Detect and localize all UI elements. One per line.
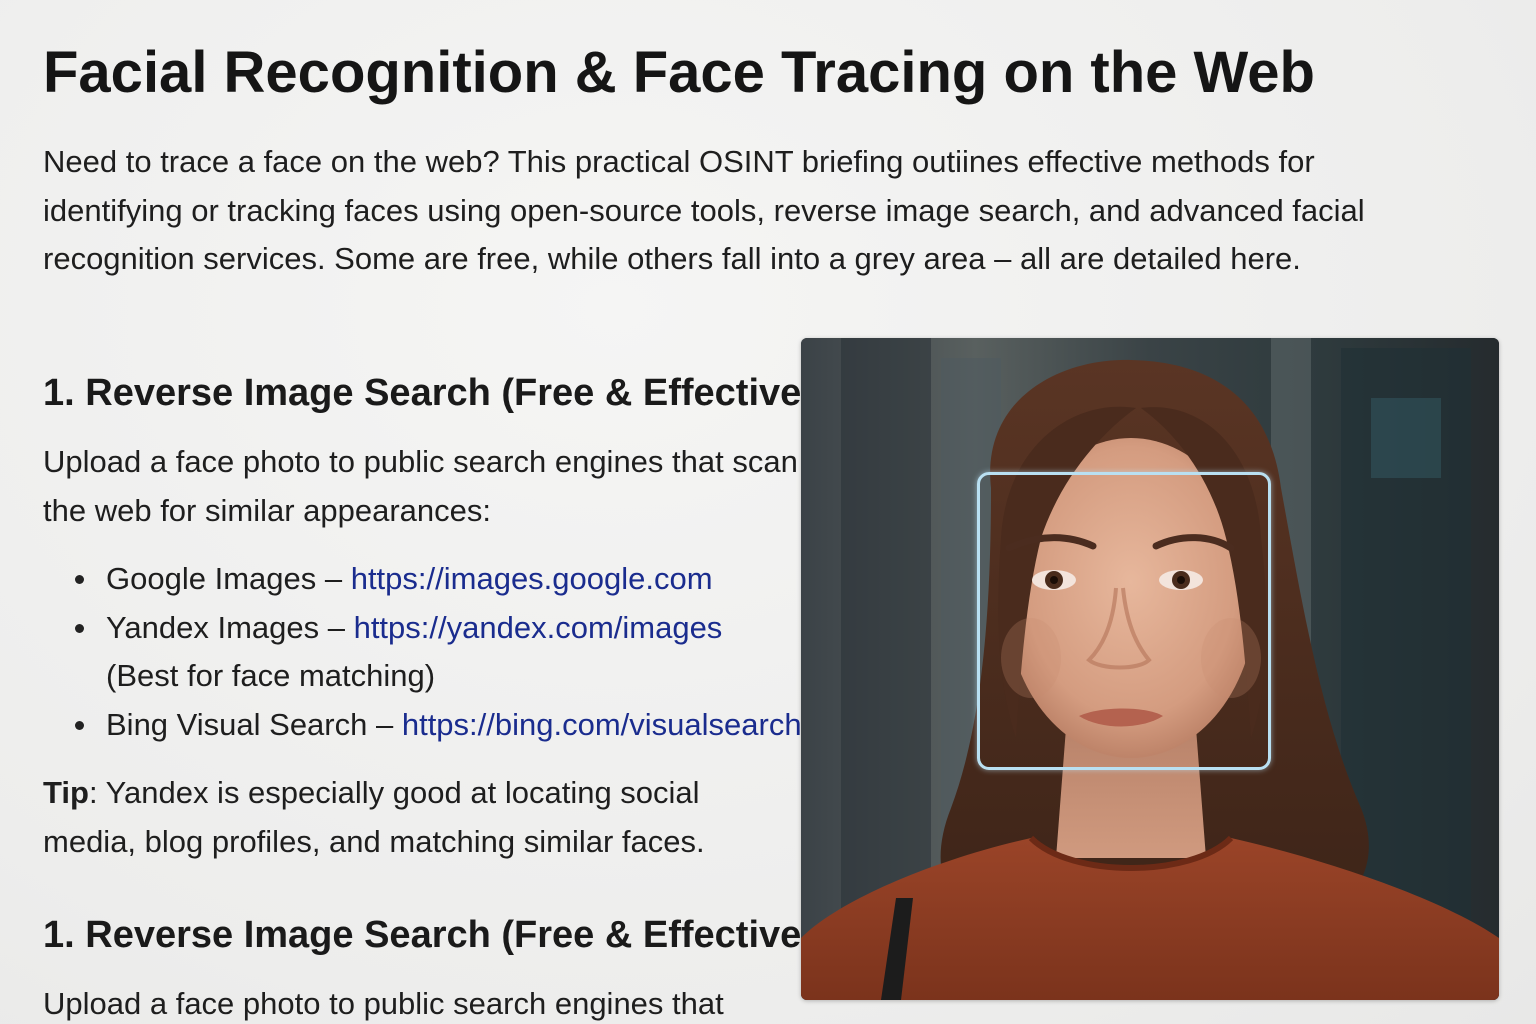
list-item-label: Google Images – bbox=[106, 561, 351, 596]
bing-visual-search-link[interactable]: https://bing.com/visualsearch bbox=[402, 707, 800, 742]
face-detection-box bbox=[977, 472, 1271, 770]
section-lead: Upload a face photo to public search eng… bbox=[43, 444, 798, 528]
list-item-label: Yandex Images – bbox=[106, 609, 354, 645]
intro-paragraph: Need to trace a face on the web? This pr… bbox=[43, 144, 1365, 276]
section-heading: 1. Reverse Image Search (Free & Effectiv… bbox=[43, 914, 800, 956]
list-item-google: Google Images – https://images.google.co… bbox=[75, 555, 800, 604]
yandex-images-link[interactable]: https://yandex.com/images bbox=[354, 610, 723, 645]
google-images-link[interactable]: https://images.google.com bbox=[351, 561, 713, 596]
search-engine-list: Google Images – https://images.google.co… bbox=[43, 555, 800, 749]
section-reverse-image-search: 1. Reverse Image Search (Free & Effectiv… bbox=[43, 370, 800, 890]
list-item-yandex: Yandex Images – https://yandex.com/image… bbox=[75, 604, 800, 701]
section-lead: Upload a face photo to public search eng… bbox=[43, 986, 724, 1021]
tip-text: : Yandex is especially good at locating … bbox=[43, 775, 705, 859]
section-reverse-image-search-repeat: 1. Reverse Image Search (Free & Effectiv… bbox=[43, 912, 800, 1024]
page-title: Facial Recognition & Face Tracing on the… bbox=[43, 40, 1315, 105]
bullet-icon bbox=[75, 575, 84, 584]
bullet-icon bbox=[75, 720, 84, 730]
list-item-bing: Bing Visual Search – https://bing.com/vi… bbox=[75, 701, 800, 750]
bullet-icon bbox=[75, 623, 84, 633]
tip-label: Tip bbox=[43, 775, 89, 810]
section-heading: 1. Reverse Image Search (Free & Effectiv… bbox=[43, 372, 800, 414]
article-page: Facial Recognition & Face Tracing on the… bbox=[0, 0, 1536, 1024]
list-item-note: (Best for face matching) bbox=[106, 658, 436, 693]
tip-paragraph: Tip: Yandex is especially good at locati… bbox=[43, 769, 773, 866]
list-item-label: Bing Visual Search – bbox=[106, 706, 402, 742]
